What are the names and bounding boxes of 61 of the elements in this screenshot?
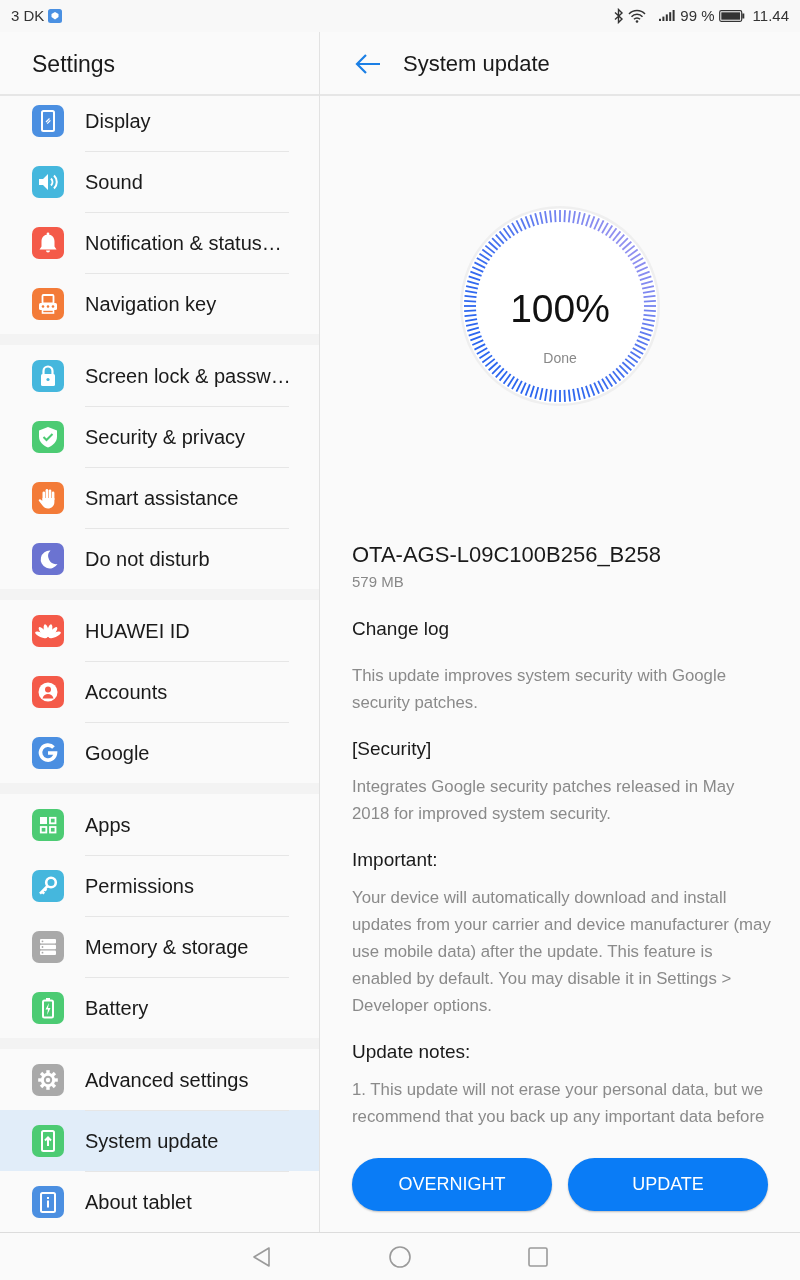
sidebar-item[interactable]: Do not disturb [0,528,319,589]
sidebar-item[interactable]: Apps [0,794,319,855]
progress-status: Done [543,349,577,367]
progress-percent: 100% [510,286,610,332]
sidebar-item[interactable]: Security & privacy [0,406,319,467]
app-notification-icon [48,9,63,23]
section-text: This update improves system security with Google security patches. [352,665,727,714]
recents-icon[interactable] [526,1244,550,1269]
petals-logo-icon [32,614,64,647]
key-icon [32,869,64,902]
battery-icon [32,991,64,1024]
battery-percent: 99 % [680,7,715,25]
grid-icon [32,808,64,841]
clock-time: 11.44 [752,7,789,25]
padlock-icon [32,359,64,392]
page-title: System update [403,51,550,77]
carrier-name: 3 DK [11,7,45,25]
section-heading: Update notes: [352,1040,472,1064]
info-icon [32,1185,64,1218]
sidebar-item[interactable]: Navigation key [0,273,319,334]
update-button[interactable]: UPDATE [568,1158,768,1211]
battery-icon [718,10,745,22]
sidebar-item[interactable]: Notification & status… [0,212,319,273]
section-heading: Change log [352,617,451,641]
section-heading: Important: [352,848,439,872]
sidebar-item[interactable]: Battery [0,977,319,1038]
printer-icon [32,287,64,320]
package-size: 579 MB [352,572,405,592]
person-icon [32,675,64,708]
sidebar-item[interactable]: Advanced settings [0,1049,319,1110]
sidebar-item[interactable]: Screen lock & passw… [0,345,319,406]
g-logo-icon [32,736,64,769]
storage-icon [32,930,64,963]
sidebar-item[interactable]: Display [0,96,319,151]
section-heading: [Security] [352,737,433,761]
sidebar-item[interactable]: Permissions [0,855,319,916]
wifi-icon [628,9,647,23]
sidebar-item[interactable]: Smart assistance [0,467,319,528]
sidebar-item[interactable]: Memory & storage [0,916,319,977]
hand-icon [32,481,64,514]
sidebar-item[interactable]: Accounts [0,661,319,722]
sidebar-title: Settings [32,50,116,78]
gear-icon [32,1063,64,1096]
moon-icon [32,542,64,575]
sidebar-item[interactable]: System update [0,1110,319,1171]
back-icon[interactable] [355,53,381,75]
home-icon[interactable] [388,1244,412,1269]
bluetooth-icon [614,8,625,24]
package-name: OTA-AGS-L09C100B256_B258 [352,541,662,569]
speaker-icon [32,165,64,198]
shield-icon [32,420,64,453]
sidebar-item[interactable]: Sound [0,151,319,212]
sidebar-item[interactable]: Google [0,722,319,783]
screen-icon [32,104,64,137]
section-text: Integrates Google security patches released in May 2018 for improved system security. [352,776,736,825]
section-text: 1. This update will not erase your personal data, but we recommend that you back up any important data before [352,1079,766,1128]
overnight-button[interactable]: OVERNIGHT [352,1158,552,1211]
bell-icon [32,226,64,259]
sidebar-item[interactable]: HUAWEI ID [0,600,319,661]
signal-icon [658,9,677,23]
section-text: Your device will automatically download and install updates from your carrier and device manufacturer (may use mobile data) after the update. This feature is enabled by default. You may disable it in Settings > Developer options. [352,887,772,1017]
